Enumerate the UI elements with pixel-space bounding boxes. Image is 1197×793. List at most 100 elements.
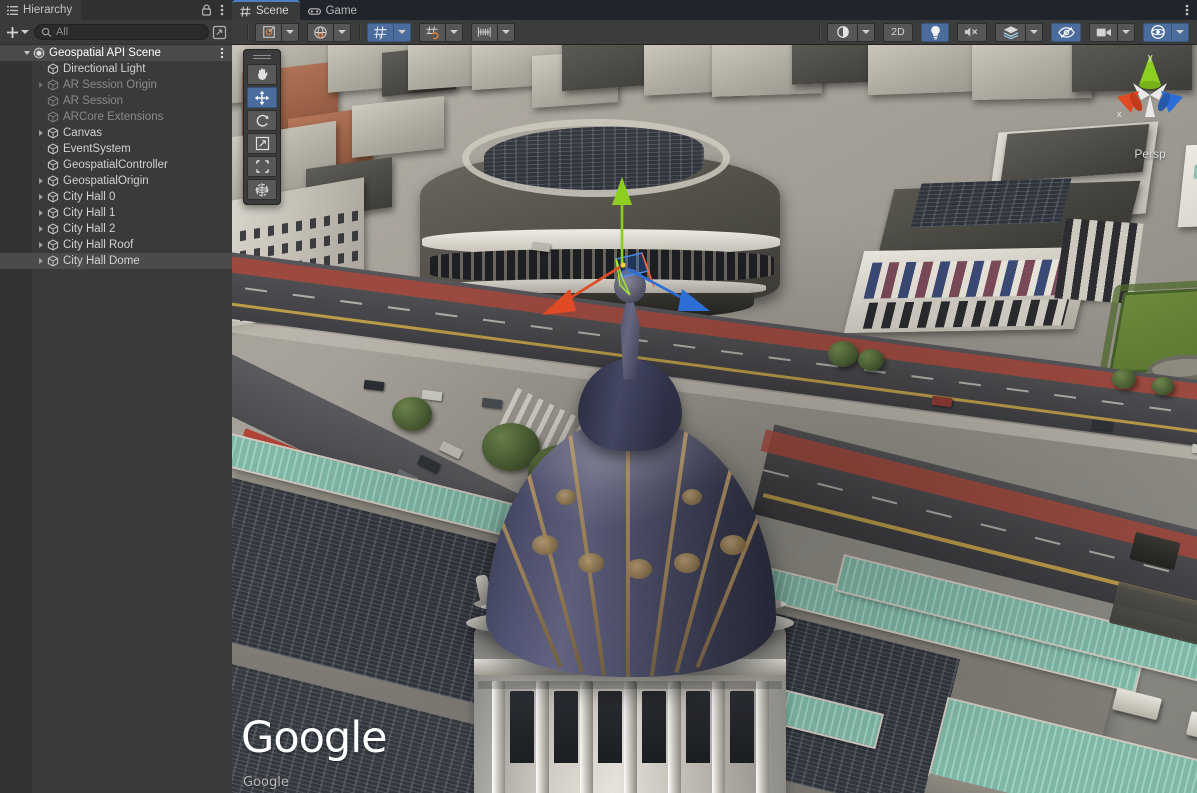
view-tool[interactable] bbox=[247, 64, 277, 85]
transform-move-gizmo[interactable] bbox=[532, 175, 722, 365]
gameobject-icon bbox=[47, 175, 59, 187]
move-tool[interactable] bbox=[247, 87, 277, 108]
hierarchy-item-label: GeospatialOrigin bbox=[63, 175, 149, 187]
pivot-dropdown[interactable] bbox=[281, 23, 299, 42]
hierarchy-tree[interactable]: Geospatial API Scene Directional Light A… bbox=[0, 45, 232, 793]
lighting-toggle[interactable] bbox=[921, 23, 949, 42]
gameobject-icon bbox=[47, 207, 59, 219]
rect-transform-icon bbox=[255, 159, 270, 174]
toolbar-divider bbox=[359, 25, 360, 40]
effects-dropdown[interactable] bbox=[1025, 23, 1043, 42]
hierarchy-item-city-hall-1[interactable]: City Hall 1 bbox=[0, 205, 232, 221]
scene-root-label: Geospatial API Scene bbox=[49, 47, 161, 59]
2d-toggle[interactable]: 2D bbox=[883, 23, 913, 42]
gizmo-center-handle[interactable] bbox=[620, 262, 625, 267]
hierarchy-item-label: City Hall 0 bbox=[63, 191, 115, 203]
disclosure-triangle-icon[interactable] bbox=[34, 82, 47, 88]
handle-space-toggle[interactable] bbox=[307, 23, 333, 42]
unity-scene-icon bbox=[33, 47, 45, 59]
kebab-menu-icon[interactable] bbox=[220, 3, 224, 17]
camera-settings-button[interactable] bbox=[1089, 23, 1117, 42]
hierarchy-item-ar-session[interactable]: AR Session bbox=[0, 93, 232, 109]
rotate-tool[interactable] bbox=[247, 110, 277, 131]
rect-tool[interactable] bbox=[247, 156, 277, 177]
grid-axis-toggle[interactable]: y bbox=[367, 23, 393, 42]
hierarchy-tabbar: Hierarchy bbox=[0, 0, 232, 20]
camera-dropdown[interactable] bbox=[1117, 23, 1135, 42]
gizmos-toggle[interactable] bbox=[1143, 23, 1171, 42]
add-gameobject-button[interactable] bbox=[4, 24, 31, 41]
lock-icon[interactable] bbox=[201, 4, 212, 16]
snap-increment-group bbox=[471, 23, 517, 42]
tab-hierarchy[interactable]: Hierarchy bbox=[0, 0, 81, 20]
hierarchy-item-ar-session-origin[interactable]: AR Session Origin bbox=[0, 77, 232, 93]
grid-axis-dropdown[interactable] bbox=[393, 23, 411, 42]
scene-panel: Scene Game bbox=[232, 0, 1197, 793]
disclosure-triangle-icon[interactable] bbox=[34, 178, 47, 184]
toolbar-divider bbox=[247, 25, 248, 40]
open-in-panel-icon[interactable] bbox=[212, 25, 227, 40]
search-input[interactable]: All bbox=[34, 24, 209, 40]
gizmos-dropdown[interactable] bbox=[1171, 23, 1189, 42]
chevron-down-icon bbox=[286, 30, 294, 34]
hierarchy-item-arcore-extensions[interactable]: ARCore Extensions bbox=[0, 109, 232, 125]
hierarchy-item-label: City Hall Roof bbox=[63, 239, 133, 251]
disclosure-triangle-icon[interactable] bbox=[34, 194, 47, 200]
axis-y-label: y bbox=[1148, 52, 1153, 62]
scene-viewport[interactable]: Google Google bbox=[232, 45, 1197, 793]
hierarchy-item-geospatialcontroller[interactable]: GeospatialController bbox=[0, 157, 232, 173]
disclosure-triangle-icon[interactable] bbox=[34, 226, 47, 232]
grid-snap-group bbox=[419, 23, 465, 42]
draw-mode-button[interactable] bbox=[827, 23, 857, 42]
hierarchy-item-geospatialorigin[interactable]: GeospatialOrigin bbox=[0, 173, 232, 189]
handle-space-group bbox=[307, 23, 353, 42]
disclosure-triangle-icon[interactable] bbox=[34, 210, 47, 216]
gizmo-arrow-x[interactable] bbox=[542, 289, 576, 315]
scene-axis-gizmo[interactable]: y x Persp bbox=[1111, 51, 1189, 169]
audio-toggle[interactable] bbox=[957, 23, 987, 42]
hierarchy-item-label: Canvas bbox=[63, 127, 102, 139]
tab-game[interactable]: Game bbox=[300, 0, 368, 20]
disclosure-triangle-icon[interactable] bbox=[34, 242, 47, 248]
gizmo-axis-neg-y[interactable] bbox=[1145, 95, 1155, 117]
gameobject-icon bbox=[47, 239, 59, 251]
tab-hierarchy-label: Hierarchy bbox=[23, 4, 72, 16]
draw-mode-group bbox=[827, 23, 877, 42]
hierarchy-item-city-hall-2[interactable]: City Hall 2 bbox=[0, 221, 232, 237]
hierarchy-scene-root[interactable]: Geospatial API Scene bbox=[0, 45, 232, 61]
axis-x-label: x bbox=[1117, 109, 1122, 119]
hierarchy-item-eventsystem[interactable]: EventSystem bbox=[0, 141, 232, 157]
hierarchy-item-label: GeospatialController bbox=[63, 159, 168, 171]
chevron-down-icon bbox=[1122, 30, 1130, 34]
pivot-toggle[interactable] bbox=[255, 23, 281, 42]
hierarchy-item-directional-light[interactable]: Directional Light bbox=[0, 61, 232, 77]
effects-toggle[interactable] bbox=[995, 23, 1025, 42]
kebab-menu-icon[interactable] bbox=[220, 47, 232, 59]
grid-snap-dropdown[interactable] bbox=[445, 23, 463, 42]
hierarchy-item-city-hall-roof[interactable]: City Hall Roof bbox=[0, 237, 232, 253]
handle-space-dropdown[interactable] bbox=[333, 23, 351, 42]
chevron-down-icon bbox=[502, 30, 510, 34]
hierarchy-item-city-hall-dome[interactable]: City Hall Dome bbox=[0, 253, 232, 269]
hierarchy-item-city-hall-0[interactable]: City Hall 0 bbox=[0, 189, 232, 205]
transform-tool[interactable] bbox=[247, 179, 277, 200]
kebab-menu-icon[interactable] bbox=[1185, 3, 1189, 17]
grid-snap-toggle[interactable] bbox=[419, 23, 445, 42]
gizmo-arrow-z[interactable] bbox=[678, 289, 710, 311]
disclosure-triangle-icon[interactable] bbox=[34, 130, 47, 136]
overlay-drag-handle[interactable] bbox=[253, 53, 271, 61]
gizmos-group bbox=[1143, 23, 1191, 42]
projection-mode-label[interactable]: Persp bbox=[1111, 147, 1189, 161]
tools-overlay[interactable] bbox=[243, 49, 281, 205]
draw-mode-dropdown[interactable] bbox=[857, 23, 875, 42]
tab-scene[interactable]: Scene bbox=[232, 0, 300, 20]
visibility-toggle[interactable] bbox=[1051, 23, 1081, 42]
disclosure-triangle-icon[interactable] bbox=[34, 258, 47, 264]
gizmo-arrow-y[interactable] bbox=[612, 177, 632, 205]
snap-increment-button[interactable] bbox=[471, 23, 497, 42]
hierarchy-item-canvas[interactable]: Canvas bbox=[0, 125, 232, 141]
gizmo-axis-z[interactable] bbox=[628, 269, 688, 301]
snap-increment-dropdown[interactable] bbox=[497, 23, 515, 42]
scale-tool[interactable] bbox=[247, 133, 277, 154]
disclosure-triangle-open-icon[interactable] bbox=[20, 51, 33, 55]
